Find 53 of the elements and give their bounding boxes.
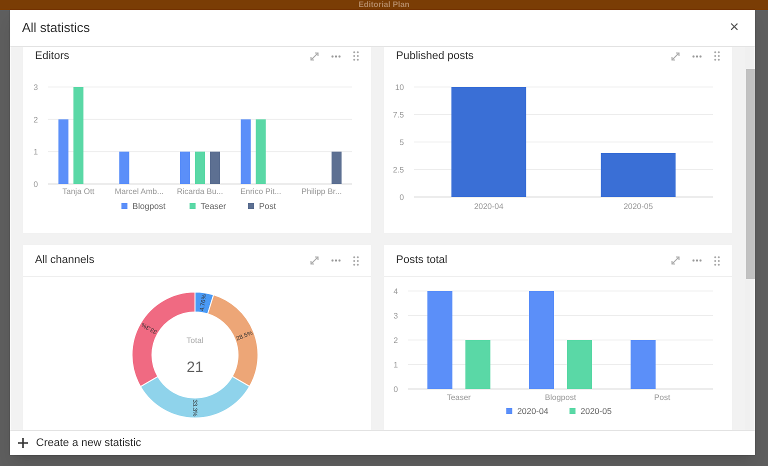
axis-tick-label: 1 <box>394 360 398 370</box>
axis-tick-label: 2.5 <box>392 166 404 174</box>
axis-category-label: Ricarda Bu... <box>176 187 224 196</box>
axis-category-label: Marcel Amb... <box>114 187 164 196</box>
card-title: Published posts <box>396 48 474 64</box>
donut-center-value: 21 <box>186 359 204 376</box>
axis-category-label: Tanja Ott <box>62 187 94 196</box>
plus-icon <box>18 438 28 448</box>
axis-category-label: Blogpost <box>544 393 576 402</box>
drag-handle-icon[interactable] <box>353 51 359 61</box>
card-title: Posts total <box>396 253 448 268</box>
axis-category-label: 2020-05 <box>624 202 653 211</box>
card-title: All channels <box>35 253 94 268</box>
expand-icon[interactable] <box>671 52 680 60</box>
axis-category-label: Teaser <box>446 393 471 402</box>
axis-tick-label: 7.5 <box>392 110 404 120</box>
axis-category-label: Enrico Pit... <box>240 187 282 196</box>
axis-tick-label: 10 <box>395 83 404 92</box>
legend-label[interactable]: Blogpost <box>132 201 166 211</box>
axis-tick-label: 3 <box>34 83 38 92</box>
axis-tick-label: 4 <box>394 287 398 296</box>
legend-label[interactable]: Teaser <box>200 201 226 211</box>
axis-tick-label: 1 <box>34 148 38 157</box>
dialog-title: All statistics <box>22 19 90 38</box>
axis-category-label: Philipp Br... <box>301 187 342 196</box>
legend-label[interactable]: 2020-05 <box>580 406 612 416</box>
axis-tick-label: 0 <box>394 385 398 394</box>
drag-handle-icon[interactable] <box>353 256 359 266</box>
close-button[interactable]: × <box>726 20 743 36</box>
axis-tick-label: 0 <box>400 193 404 202</box>
more-options-icon[interactable] <box>331 54 341 58</box>
donut-center-label: Total <box>186 336 204 345</box>
expand-icon[interactable] <box>671 256 680 265</box>
axis-category-label: Post <box>654 393 670 402</box>
create-statistic-button[interactable]: Create a new statistic <box>18 434 142 452</box>
axis-category-label: 2020-04 <box>474 202 504 211</box>
drag-handle-icon[interactable] <box>714 256 720 266</box>
scrollbar-thumb[interactable] <box>746 69 754 279</box>
more-options-icon[interactable] <box>331 259 341 262</box>
legend-label[interactable]: Post <box>259 201 276 211</box>
legend-label[interactable]: 2020-04 <box>517 406 548 416</box>
more-options-icon[interactable] <box>692 259 702 262</box>
app-title: Editorial Plan <box>358 0 410 10</box>
drag-handle-icon[interactable] <box>714 51 720 61</box>
card-title: Editors <box>35 48 70 64</box>
axis-tick-label: 0 <box>34 180 38 189</box>
axis-tick-label: 2 <box>34 115 38 124</box>
axis-tick-label: 2 <box>394 336 398 345</box>
axis-tick-label: 3 <box>394 312 398 320</box>
more-options-icon[interactable] <box>692 54 702 58</box>
expand-icon[interactable] <box>310 256 319 265</box>
axis-tick-label: 5 <box>400 138 404 147</box>
expand-icon[interactable] <box>310 52 319 60</box>
